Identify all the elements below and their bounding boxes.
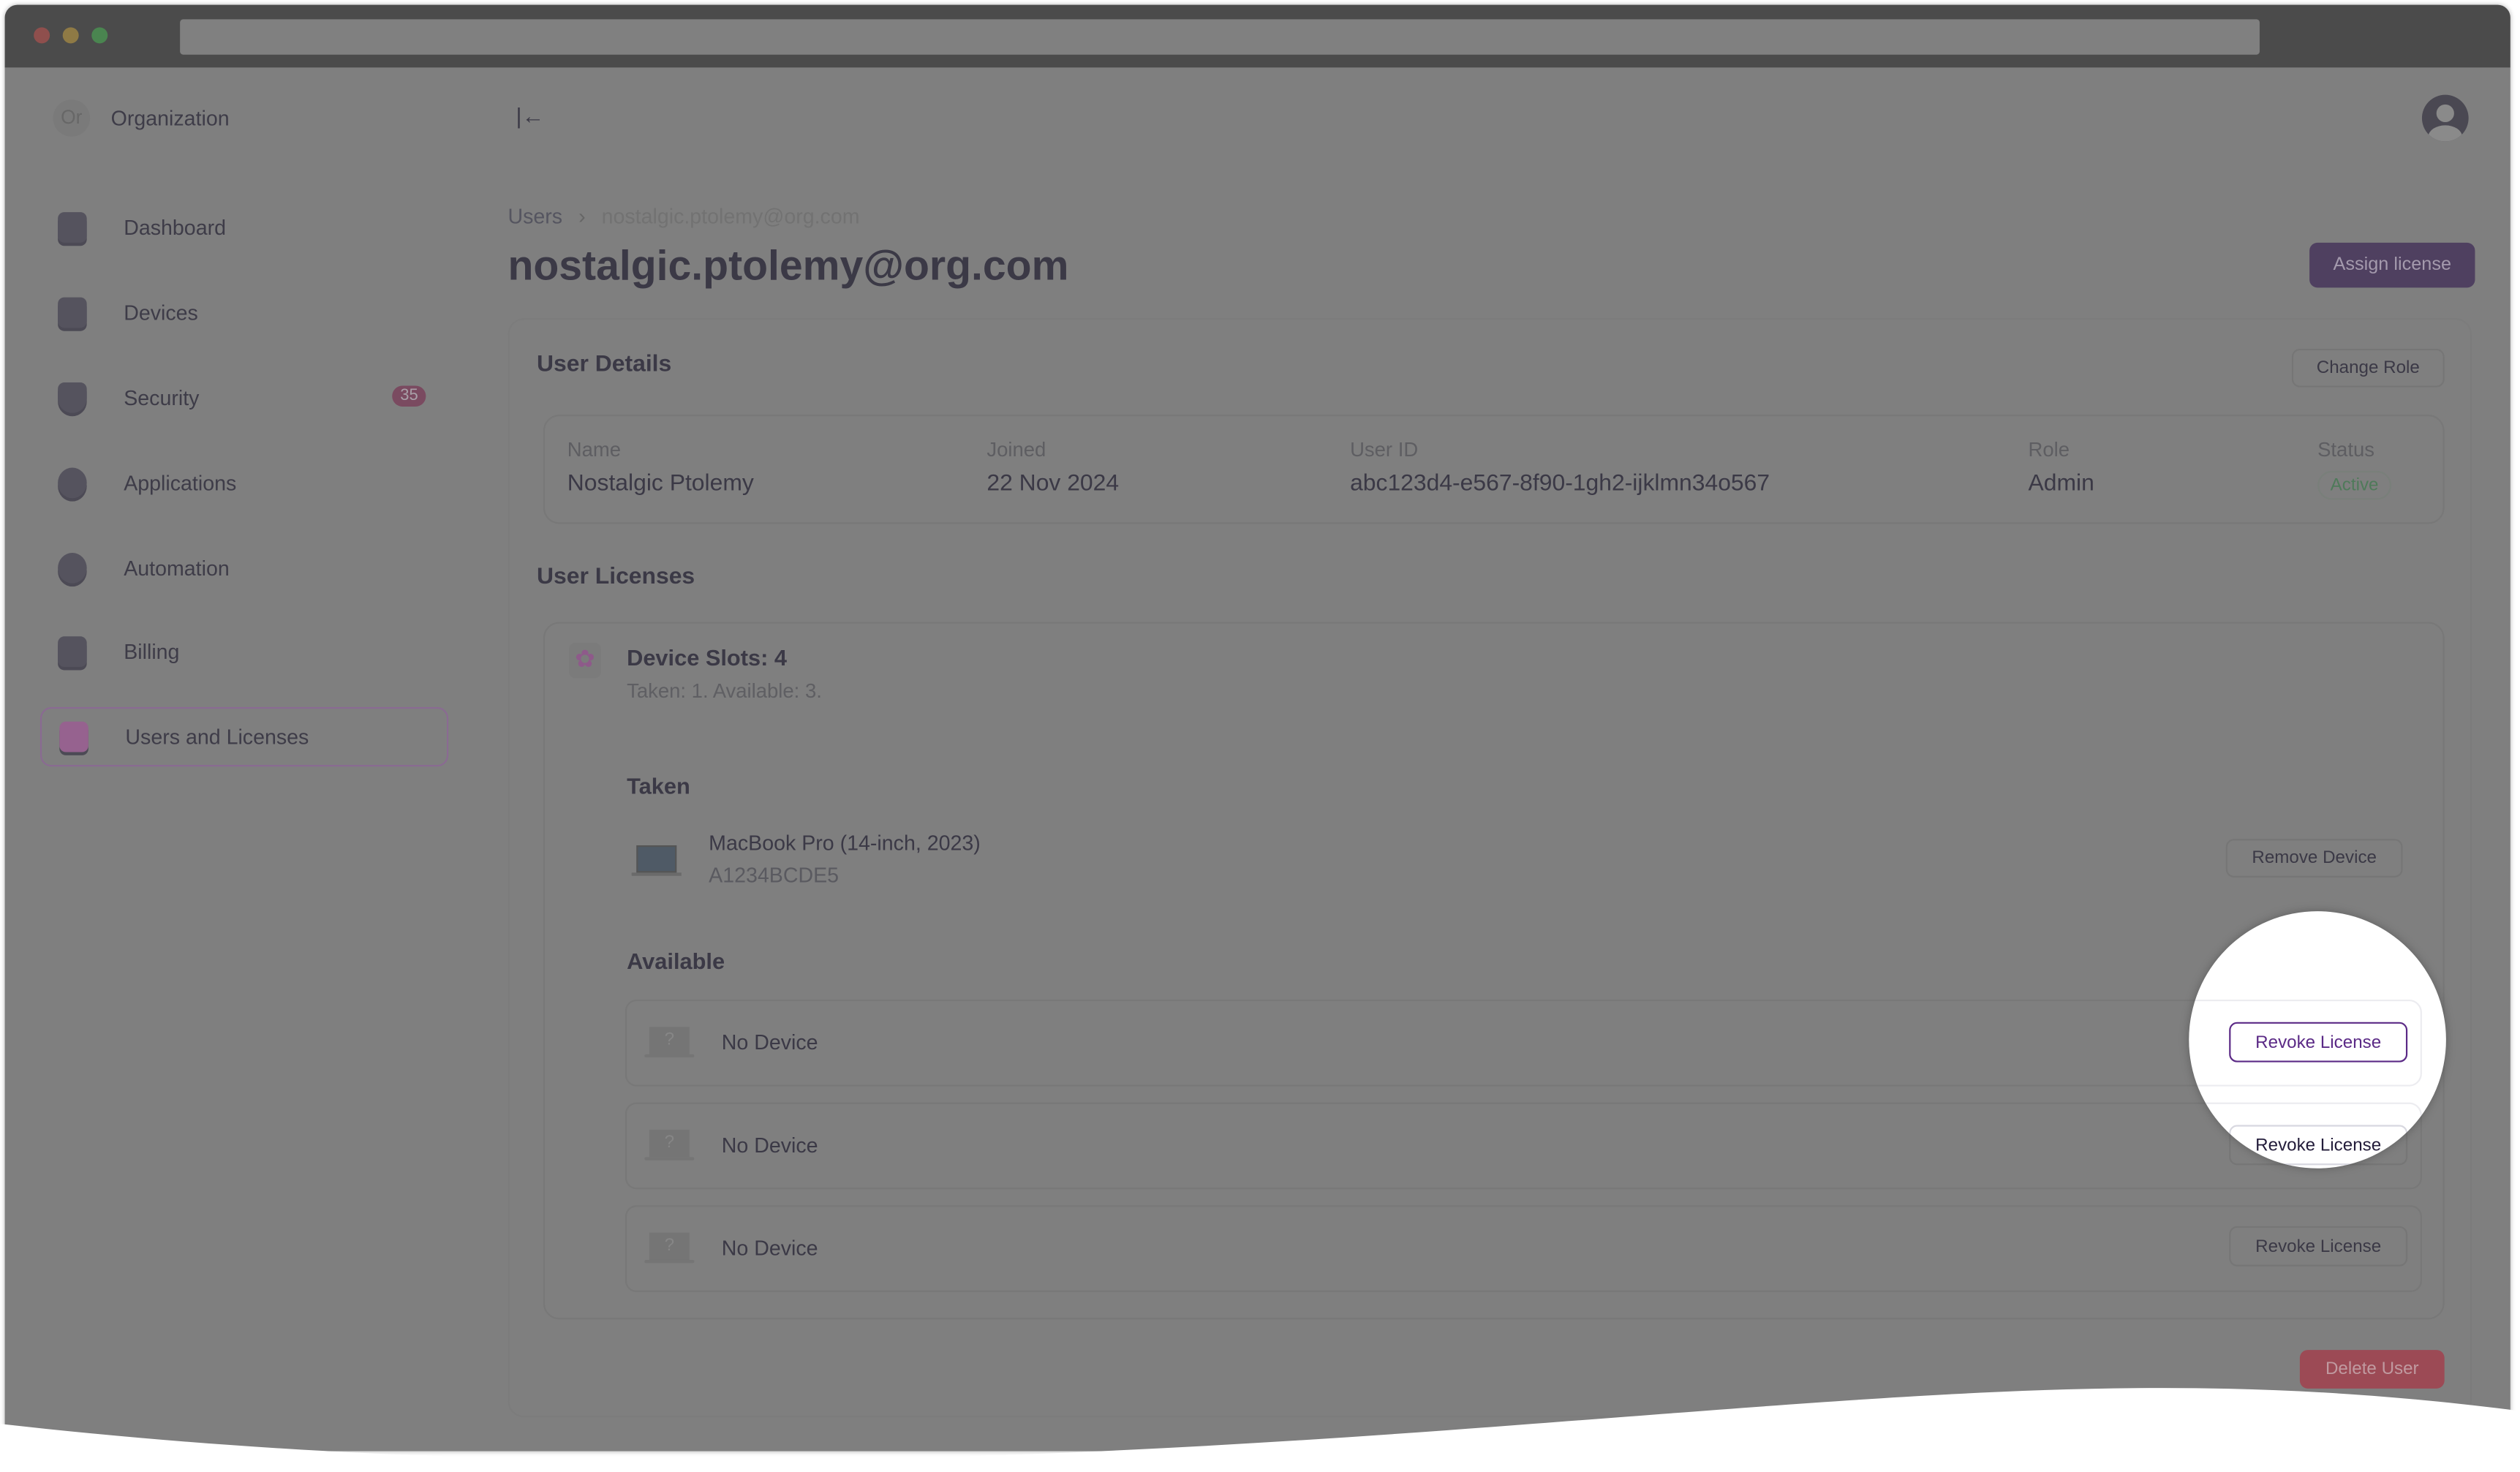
available-slot-row [625, 1205, 2422, 1292]
assign-license-button[interactable]: Assign license [2309, 242, 2475, 288]
laptop-icon [631, 845, 682, 877]
remove-device-button[interactable]: Remove Device [2225, 839, 2403, 877]
sidebar-item-dashboard[interactable]: Dashboard [40, 197, 448, 257]
available-slot-row [625, 1102, 2422, 1190]
devices-icon [58, 297, 87, 328]
users-icon [59, 721, 88, 752]
revoke-license-button[interactable]: Revoke License [2229, 1226, 2408, 1267]
sidebar-item-devices[interactable]: Devices [40, 283, 448, 342]
torn-edge-decoration [0, 1388, 2520, 1472]
sidebar-item-billing[interactable]: Billing [40, 622, 448, 682]
user-id-value: abc123d4-e567-8f90-1gh2-ijklmn34o567 [1350, 470, 1770, 497]
device-name: MacBook Pro (14-inch, 2023) [709, 831, 981, 856]
change-role-button[interactable]: Change Role [2291, 348, 2445, 388]
shield-icon [58, 382, 87, 413]
sidebar-item-label: Users and Licenses [125, 725, 309, 750]
sidebar-item-security[interactable]: Security 35 [40, 368, 448, 427]
taken-heading: Taken [627, 773, 690, 799]
address-bar[interactable] [180, 19, 2260, 55]
user-details-heading: User Details [537, 352, 672, 378]
available-slot-row [625, 999, 2422, 1087]
no-device-label: No Device [721, 1030, 818, 1054]
breadcrumb-current: nostalgic.ptolemy@org.com [601, 204, 860, 229]
breadcrumb-users-link[interactable]: Users [508, 204, 562, 228]
user-licenses-heading: User Licenses [537, 564, 695, 590]
sidebar-item-label: Applications [124, 470, 237, 495]
sidebar-item-label: Automation [124, 556, 230, 581]
collapse-sidebar-icon[interactable]: |← [516, 103, 544, 129]
unknown-device-icon: ? [644, 1027, 695, 1059]
device-slots-summary: Taken: 1. Available: 3. [627, 679, 822, 703]
billing-icon [58, 636, 87, 668]
no-device-label: No Device [721, 1133, 818, 1158]
no-device-label: No Device [721, 1236, 818, 1260]
status-badge: Active [2317, 470, 2392, 500]
joined-value: 22 Nov 2024 [987, 470, 1120, 497]
available-heading: Available [627, 948, 725, 974]
user-id-label: User ID [1350, 438, 1419, 461]
user-avatar[interactable] [2421, 94, 2469, 142]
browser-chrome [4, 4, 2510, 68]
name-label: Name [567, 438, 622, 461]
sidebar-item-users-and-licenses[interactable]: Users and Licenses [39, 706, 449, 767]
minimize-window-button[interactable] [62, 27, 79, 44]
sidebar-item-label: Dashboard [124, 215, 227, 240]
sidebar-item-applications[interactable]: Applications [40, 453, 448, 513]
security-count-badge: 35 [392, 385, 426, 407]
role-value: Admin [2028, 470, 2094, 497]
device-slots-title: Device Slots: 4 [627, 644, 788, 671]
org-name[interactable]: Organization [111, 106, 230, 130]
automation-icon [58, 553, 87, 584]
unknown-device-icon: ? [644, 1232, 695, 1265]
device-serial: A1234BCDE5 [709, 863, 840, 888]
device-slots-icon: ✿ [568, 643, 601, 679]
sidebar-item-label: Security [124, 385, 200, 410]
name-value: Nostalgic Ptolemy [567, 470, 754, 497]
sidebar-item-label: Billing [124, 639, 180, 664]
close-window-button[interactable] [34, 27, 50, 44]
role-label: Role [2028, 438, 2070, 461]
org-avatar: Or [53, 99, 91, 137]
joined-label: Joined [987, 438, 1046, 461]
sidebar-item-label: Devices [124, 300, 198, 325]
revoke-license-button-highlighted[interactable]: Revoke License [2229, 1022, 2408, 1063]
unknown-device-icon: ? [644, 1129, 695, 1162]
status-label: Status [2317, 438, 2374, 461]
applications-icon [58, 467, 87, 499]
breadcrumb: Users › nostalgic.ptolemy@org.com [508, 204, 859, 228]
user-details-box [543, 415, 2445, 524]
sidebar-item-automation[interactable]: Automation [40, 538, 448, 597]
maximize-window-button[interactable] [91, 27, 108, 44]
dashboard-icon [58, 212, 87, 243]
chevron-right-icon: › [578, 204, 586, 229]
page-title: nostalgic.ptolemy@org.com [508, 241, 1069, 290]
spotlight-highlight: Revoke License Revoke License [2189, 911, 2446, 1169]
revoke-license-button-preview[interactable]: Revoke License [2229, 1125, 2408, 1166]
